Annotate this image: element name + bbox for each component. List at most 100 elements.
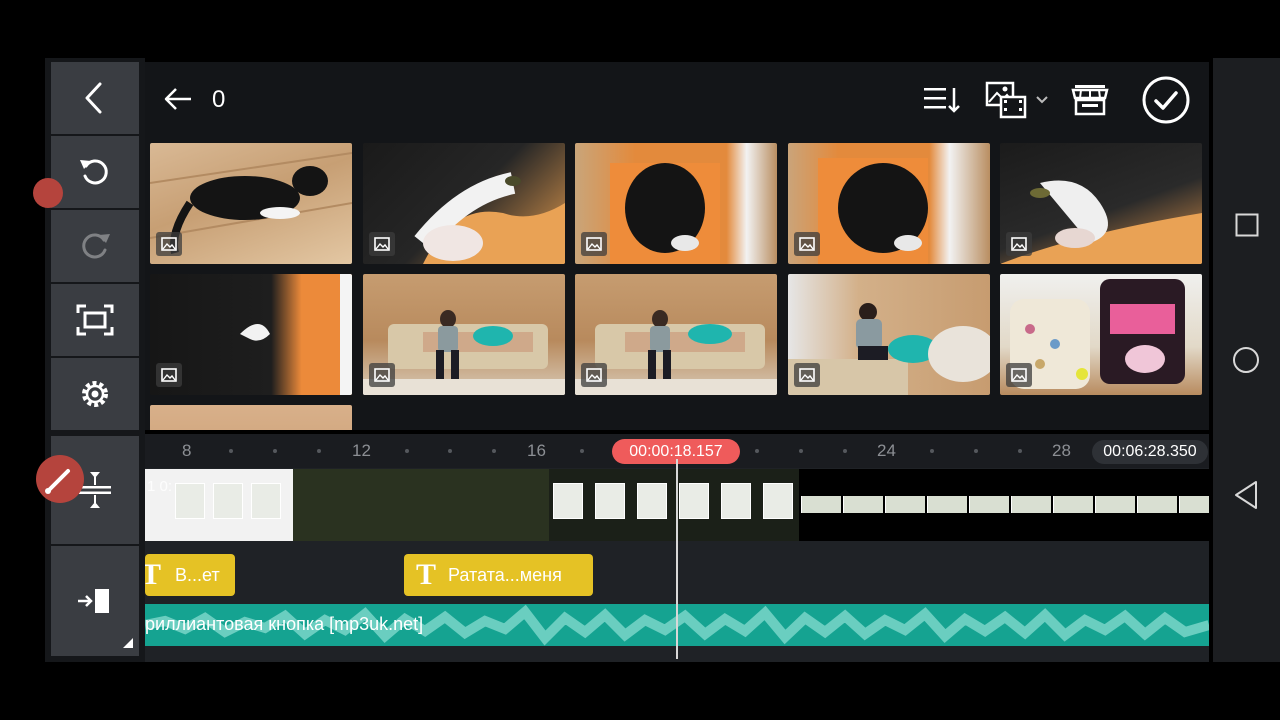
media-thumbnail[interactable] xyxy=(1000,143,1202,264)
export-button[interactable] xyxy=(51,546,139,656)
clip-frame xyxy=(1137,496,1177,513)
playhead-line[interactable] xyxy=(676,459,678,659)
media-thumbnail[interactable] xyxy=(788,143,990,264)
left-toolbar xyxy=(45,58,145,662)
image-type-badge xyxy=(156,232,182,256)
fullscreen-icon xyxy=(76,304,114,336)
clip-frame xyxy=(843,496,883,513)
image-type-badge xyxy=(369,363,395,387)
clip-frame xyxy=(1053,496,1093,513)
media-thumbnail[interactable] xyxy=(575,274,777,395)
image-icon xyxy=(374,368,390,382)
back-button[interactable] xyxy=(51,62,139,134)
image-type-badge xyxy=(369,232,395,256)
video-clip[interactable] xyxy=(801,469,1209,541)
clip-frame xyxy=(801,496,841,513)
settings-button[interactable] xyxy=(51,358,139,430)
video-clip[interactable] xyxy=(549,469,799,541)
clip-frame xyxy=(763,483,793,519)
ruler-label: 24 xyxy=(877,441,896,460)
sort-icon[interactable] xyxy=(923,84,961,116)
image-icon xyxy=(1011,368,1027,382)
clip-frame xyxy=(1011,496,1051,513)
check-circle-icon[interactable] xyxy=(1142,76,1190,124)
corner-triangle-icon xyxy=(123,638,133,648)
chevron-left-icon xyxy=(85,82,102,114)
image-icon xyxy=(161,237,177,251)
media-browser-header: 0 xyxy=(145,62,1209,138)
video-clip[interactable]: 1 0: xyxy=(145,469,293,541)
media-type-icon[interactable] xyxy=(985,80,1051,120)
ruler-tick xyxy=(580,449,584,453)
image-icon xyxy=(586,237,602,251)
redo-button[interactable] xyxy=(51,210,139,282)
ruler-tick xyxy=(229,449,233,453)
image-type-badge xyxy=(581,232,607,256)
home-circle-icon[interactable] xyxy=(1232,346,1260,374)
back-arrow-icon[interactable] xyxy=(163,84,193,114)
media-thumbnail[interactable] xyxy=(150,274,352,395)
store-icon[interactable] xyxy=(1071,82,1109,118)
image-type-badge xyxy=(1006,232,1032,256)
image-icon xyxy=(374,237,390,251)
media-thumbnail[interactable] xyxy=(575,143,777,264)
ruler-label: 8 xyxy=(182,441,192,460)
gear-icon xyxy=(82,381,108,407)
back-triangle-icon[interactable] xyxy=(1233,480,1259,510)
ruler-label: 16 xyxy=(527,441,546,460)
media-thumbnail[interactable] xyxy=(150,143,352,264)
media-thumbnail[interactable] xyxy=(363,274,565,395)
text-clip[interactable]: T Ратата...меня xyxy=(404,554,593,596)
clip-label: 1 0: xyxy=(147,478,173,495)
audio-clip-label: риллиантовая кнопка [mp3uk.net] xyxy=(145,614,424,634)
fullscreen-button[interactable] xyxy=(51,284,139,356)
text-icon: T xyxy=(145,558,162,591)
clip-frame xyxy=(721,483,751,519)
clip-frame xyxy=(1095,496,1135,513)
clip-frame xyxy=(885,496,925,513)
clip-frame xyxy=(213,483,243,519)
clip-frame xyxy=(679,483,709,519)
ruler-label: 12 xyxy=(352,441,371,460)
ruler-tick xyxy=(492,449,496,453)
image-type-badge xyxy=(794,363,820,387)
total-duration: 00:06:28.350 xyxy=(1092,440,1208,464)
media-thumbnail[interactable] xyxy=(788,274,990,395)
image-icon xyxy=(799,368,815,382)
floating-dot[interactable] xyxy=(33,178,63,208)
video-clip[interactable] xyxy=(293,469,549,541)
brush-icon xyxy=(45,469,70,494)
ruler-tick xyxy=(930,449,934,453)
ruler-tick xyxy=(755,449,759,453)
ruler-label: 28 xyxy=(1052,441,1071,460)
undo-button[interactable] xyxy=(51,136,139,208)
text-clip-label: В...ет xyxy=(175,564,220,585)
media-thumbnail[interactable] xyxy=(363,143,565,264)
image-type-badge xyxy=(1006,363,1032,387)
image-type-badge xyxy=(156,363,182,387)
system-nav-bar xyxy=(1213,58,1280,662)
clip-frame xyxy=(927,496,967,513)
clip-frame xyxy=(251,483,281,519)
ruler-tick xyxy=(317,449,321,453)
image-icon xyxy=(799,237,815,251)
floating-brush-button[interactable] xyxy=(36,455,84,503)
text-clip[interactable]: T В...ет xyxy=(145,554,235,596)
image-type-badge xyxy=(794,232,820,256)
export-icon xyxy=(78,589,109,613)
text-clip-label: Ратата...меня xyxy=(448,564,562,585)
image-type-badge xyxy=(581,363,607,387)
ruler-tick xyxy=(974,449,978,453)
media-thumbnail[interactable] xyxy=(1000,274,1202,395)
image-icon xyxy=(586,368,602,382)
screen: 0 8 12 16 24 28 00:00:18.157 00:06:28.35… xyxy=(0,0,1280,720)
ruler-tick xyxy=(448,449,452,453)
image-icon xyxy=(161,368,177,382)
text-icon: T xyxy=(416,558,437,591)
clip-frame xyxy=(175,483,205,519)
recents-square-icon[interactable] xyxy=(1235,213,1259,237)
clip-frame xyxy=(1179,496,1209,513)
clip-frame xyxy=(595,483,625,519)
media-thumbnail[interactable] xyxy=(150,405,352,430)
clip-frame xyxy=(969,496,1009,513)
